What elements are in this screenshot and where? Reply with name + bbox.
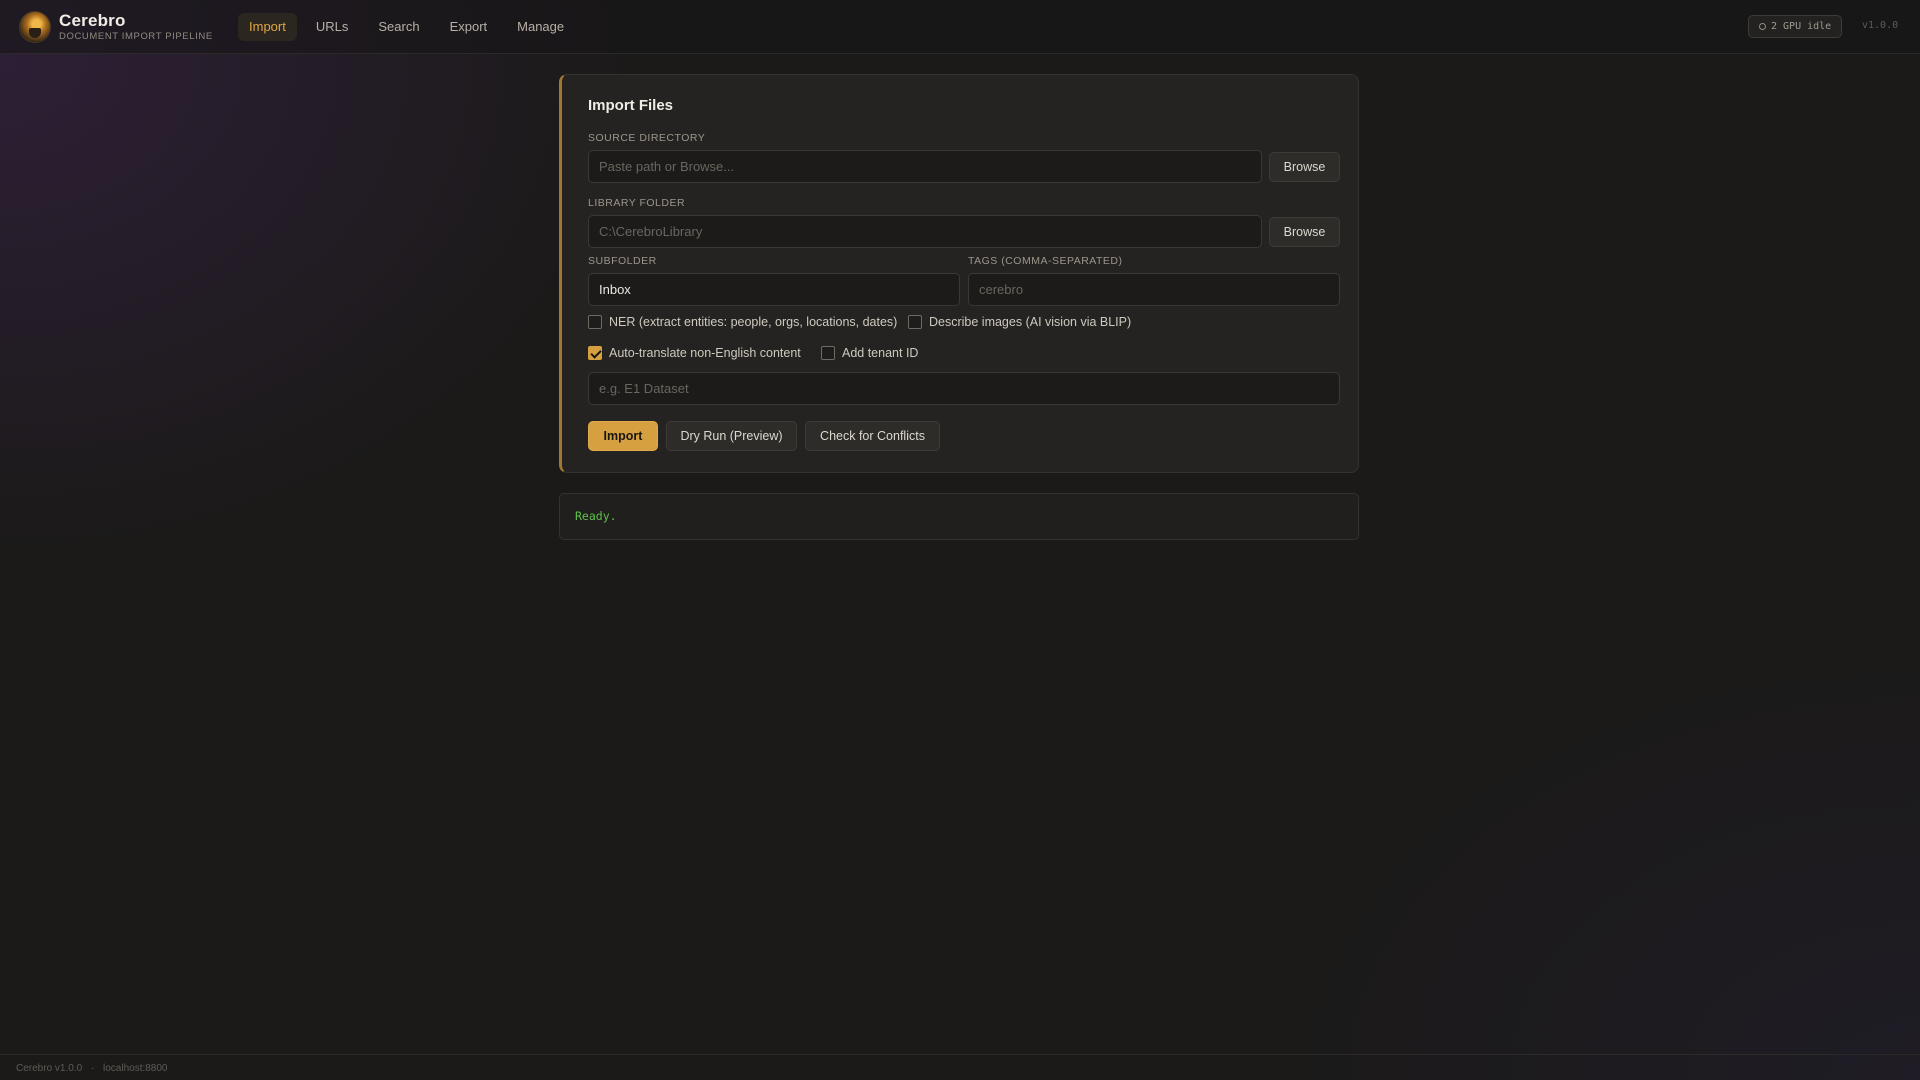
main-nav: Import URLs Search Export Manage xyxy=(238,13,583,41)
footer-app-version: Cerebro v1.0.0 xyxy=(16,1063,83,1074)
brand[interactable]: Cerebro DOCUMENT IMPORT PIPELINE xyxy=(20,9,213,45)
library-browse-button[interactable]: Browse xyxy=(1269,217,1340,247)
gpu-status-badge[interactable]: 2 GPU idle xyxy=(1748,15,1843,38)
ner-option[interactable]: NER (extract entities: people, orgs, loc… xyxy=(588,315,897,329)
auto-translate-label: Auto-translate non-English content xyxy=(609,346,801,360)
tenant-id-label: Add tenant ID xyxy=(842,346,919,360)
tags-input[interactable] xyxy=(968,273,1340,306)
log-panel: Ready. xyxy=(559,493,1359,540)
auto-translate-option[interactable]: Auto-translate non-English content xyxy=(588,346,801,360)
dataset-input[interactable] xyxy=(588,372,1340,405)
subfolder-label: SUBFOLDER xyxy=(588,255,657,267)
footer-host: localhost:8800 xyxy=(103,1063,168,1074)
describe-images-checkbox[interactable] xyxy=(908,315,922,329)
library-folder-label: LIBRARY FOLDER xyxy=(588,197,686,209)
tab-manage[interactable]: Manage xyxy=(506,13,575,41)
app-subtitle: DOCUMENT IMPORT PIPELINE xyxy=(59,31,213,42)
source-directory-input[interactable] xyxy=(588,150,1262,183)
check-conflicts-button[interactable]: Check for Conflicts xyxy=(805,421,940,451)
log-text: Ready. xyxy=(575,509,617,523)
ner-checkbox[interactable] xyxy=(588,315,602,329)
tab-import[interactable]: Import xyxy=(238,13,297,41)
top-bar: Cerebro DOCUMENT IMPORT PIPELINE Import … xyxy=(0,0,1920,54)
cerebro-logo-icon xyxy=(20,12,50,42)
gpu-status-text: 2 GPU idle xyxy=(1771,21,1832,32)
footer-separator: · xyxy=(91,1063,95,1074)
describe-images-label: Describe images (AI vision via BLIP) xyxy=(929,315,1132,329)
brand-text: Cerebro DOCUMENT IMPORT PIPELINE xyxy=(59,11,213,43)
tab-search[interactable]: Search xyxy=(367,13,430,41)
tab-export[interactable]: Export xyxy=(439,13,499,41)
import-button[interactable]: Import xyxy=(588,421,658,451)
footer: Cerebro v1.0.0 · localhost:8800 xyxy=(0,1054,1920,1080)
tab-urls[interactable]: URLs xyxy=(305,13,360,41)
describe-images-option[interactable]: Describe images (AI vision via BLIP) xyxy=(908,315,1131,329)
tenant-id-checkbox[interactable] xyxy=(821,346,835,360)
version-label: v1.0.0 xyxy=(1862,20,1899,31)
auto-translate-checkbox[interactable] xyxy=(588,346,602,360)
import-files-card: Import Files SOURCE DIRECTORY Browse LIB… xyxy=(559,74,1359,473)
status-circle-icon xyxy=(1759,23,1766,30)
card-title: Import Files xyxy=(588,97,674,114)
tags-label: TAGS (COMMA-SEPARATED) xyxy=(968,255,1123,267)
source-browse-button[interactable]: Browse xyxy=(1269,152,1340,182)
dry-run-button[interactable]: Dry Run (Preview) xyxy=(666,421,797,451)
library-folder-input[interactable] xyxy=(588,215,1262,248)
ner-label: NER (extract entities: people, orgs, loc… xyxy=(609,315,898,329)
source-directory-label: SOURCE DIRECTORY xyxy=(588,132,706,144)
tenant-id-option[interactable]: Add tenant ID xyxy=(821,346,918,360)
subfolder-input[interactable] xyxy=(588,273,960,306)
app-title: Cerebro xyxy=(59,11,126,30)
